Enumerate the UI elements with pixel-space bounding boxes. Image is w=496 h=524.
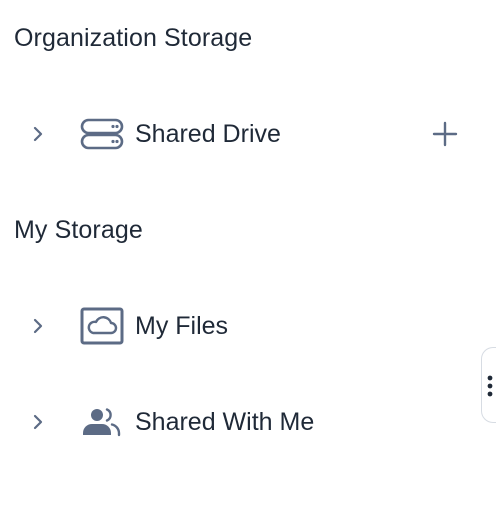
drag-dots-icon — [487, 375, 493, 397]
chevron-right-icon[interactable] — [28, 412, 48, 432]
plus-icon[interactable] — [428, 117, 462, 151]
my-files-label: My Files — [135, 312, 229, 340]
server-icon — [80, 118, 124, 150]
organization-storage-heading: Organization Storage — [14, 24, 253, 52]
my-storage-heading: My Storage — [14, 216, 143, 244]
users-icon — [83, 408, 121, 437]
cloud-folder-icon — [80, 307, 124, 345]
panel-resize-handle[interactable] — [481, 347, 496, 423]
chevron-right-icon[interactable] — [28, 316, 48, 336]
shared-drive-label: Shared Drive — [135, 120, 281, 148]
chevron-right-icon[interactable] — [28, 124, 48, 144]
storage-sidebar: Organization Storage Shared Drive My Sto… — [0, 0, 496, 524]
tree-item-shared-drive[interactable]: Shared Drive — [0, 102, 480, 166]
shared-with-me-label: Shared With Me — [135, 408, 315, 436]
tree-item-shared-with-me[interactable]: Shared With Me — [0, 390, 480, 454]
tree-item-my-files[interactable]: My Files — [0, 294, 480, 358]
